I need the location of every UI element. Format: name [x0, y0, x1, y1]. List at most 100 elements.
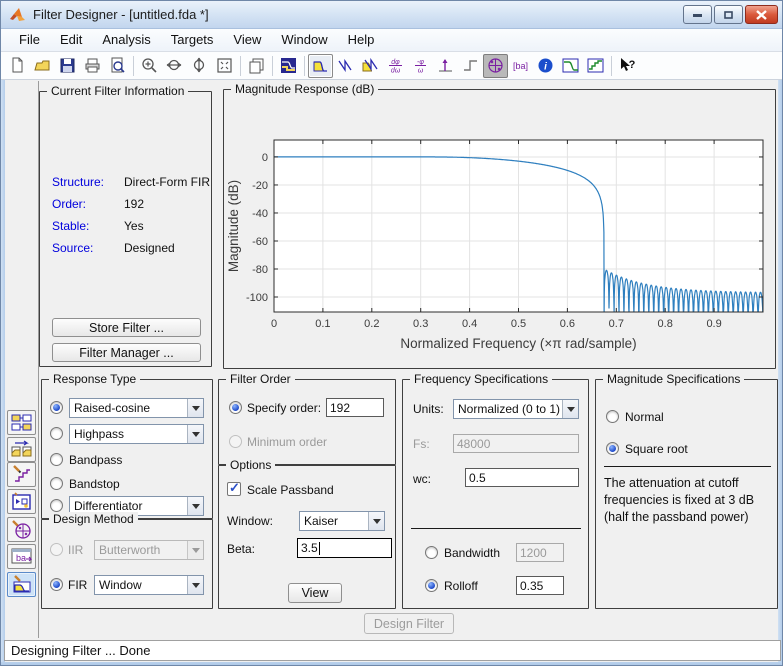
filter-information-button[interactable]: i [533, 54, 558, 78]
magnitude-specs-legend: Magnitude Specifications [603, 372, 745, 386]
transform-filter-button[interactable] [7, 437, 36, 462]
minimum-order-radio[interactable] [229, 435, 242, 448]
menu-file[interactable]: File [9, 29, 50, 51]
phase-delay-button[interactable]: -φ ω [408, 54, 433, 78]
window-combo[interactable]: Kaiser [299, 511, 385, 531]
bandpass-radio[interactable] [50, 453, 63, 466]
magnitude-response-button[interactable] [308, 53, 333, 78]
beta-label: Beta: [227, 542, 256, 556]
zoom-y-button[interactable] [187, 54, 212, 78]
import-filter-icon: ba [11, 548, 32, 564]
store-filter-button[interactable]: Store Filter ... [52, 318, 201, 337]
close-button[interactable] [745, 5, 778, 24]
filter-manager-button[interactable]: Filter Manager ... [52, 343, 201, 362]
units-combo[interactable]: Normalized (0 to 1) [453, 399, 579, 419]
chevron-down-icon[interactable] [187, 425, 203, 443]
raised-cosine-combo[interactable]: Raised-cosine [69, 398, 204, 418]
new-button[interactable] [5, 54, 30, 78]
magnitude-response-chart[interactable]: 0 0.1 0.2 0.3 0.4 0.5 0.6 0.7 0.8 0.9 0 -20 -40 -60 -8… [224, 90, 775, 368]
normal-label: Normal [625, 410, 664, 424]
filter-order-legend: Filter Order [226, 372, 295, 386]
realize-model-button[interactable] [7, 489, 36, 514]
menu-view[interactable]: View [223, 29, 271, 51]
create-multirate-filter-button[interactable] [7, 410, 36, 435]
source-value: Designed [124, 241, 175, 255]
set-quantization-parameters-button[interactable] [7, 462, 36, 487]
import-filter-button[interactable]: ba [7, 544, 36, 569]
svg-text:0.1: 0.1 [315, 318, 330, 330]
menu-edit[interactable]: Edit [50, 29, 92, 51]
set-quantization-parameters-icon [13, 465, 30, 482]
specify-order-radio[interactable] [229, 401, 242, 414]
step-response-button[interactable] [458, 54, 483, 78]
group-delay-icon: dφ dω [389, 59, 402, 74]
wc-input[interactable] [465, 468, 579, 487]
menu-help[interactable]: Help [338, 29, 385, 51]
rolloff-radio[interactable] [425, 579, 438, 592]
frequency-specs-legend: Frequency Specifications [410, 372, 553, 386]
context-help-button[interactable]: ? [615, 54, 640, 78]
design-filter-button[interactable]: Design Filter [364, 613, 454, 634]
rolloff-input[interactable] [516, 576, 564, 595]
open-button[interactable] [30, 54, 55, 78]
chevron-down-icon[interactable] [368, 512, 384, 530]
divider [411, 528, 581, 529]
highpass-radio[interactable] [50, 427, 63, 440]
beta-input[interactable]: 3.5 [297, 538, 392, 558]
raised-cosine-radio[interactable] [50, 401, 63, 414]
impulse-response-button[interactable] [433, 54, 458, 78]
full-view-button[interactable] [212, 54, 237, 78]
bandstop-radio[interactable] [50, 477, 63, 490]
titlebar[interactable]: Filter Designer - [untitled.fda *] [1, 1, 782, 29]
print-button[interactable] [80, 54, 105, 78]
chevron-down-icon[interactable] [187, 399, 203, 417]
chevron-down-icon[interactable] [187, 497, 203, 515]
divider [604, 466, 771, 467]
pole-zero-editor-button[interactable] [7, 517, 36, 542]
view-button[interactable]: View [288, 583, 342, 603]
design-filter-panel-button[interactable] [7, 572, 36, 597]
print-preview-button[interactable] [105, 54, 130, 78]
toolbar: dφ dω -φ ω [ba] i ? [1, 52, 782, 80]
filter-coefficients-icon: [ba] [513, 61, 528, 71]
iir-radio[interactable] [50, 543, 63, 556]
current-filter-info-panel: Current Filter Information Structure: Di… [39, 84, 212, 367]
magnitude-and-phase-button[interactable] [358, 54, 383, 78]
stairstep-response-button[interactable] [583, 54, 608, 78]
filter-specifications-button[interactable] [276, 54, 301, 78]
save-button[interactable] [55, 54, 80, 78]
square-root-radio[interactable] [606, 442, 619, 455]
save-icon [60, 58, 75, 73]
current-filter-info-legend: Current Filter Information [47, 84, 189, 98]
pole-zero-plot-button[interactable] [483, 53, 508, 78]
menu-window[interactable]: Window [271, 29, 337, 51]
filter-coefficients-button[interactable]: [ba] [508, 54, 533, 78]
pole-zero-plot-icon [488, 58, 503, 73]
group-delay-button[interactable]: dφ dω [383, 54, 408, 78]
design-method-legend: Design Method [49, 512, 138, 526]
menu-targets[interactable]: Targets [161, 29, 224, 51]
fir-method-combo[interactable]: Window [94, 575, 204, 595]
window-combo-value: Kaiser [304, 514, 339, 528]
menu-analysis[interactable]: Analysis [92, 29, 160, 51]
minimize-button[interactable] [683, 5, 712, 24]
differentiator-radio[interactable] [50, 499, 63, 512]
highpass-combo[interactable]: Highpass [69, 424, 204, 444]
normal-radio[interactable] [606, 410, 619, 423]
specify-order-input[interactable] [326, 398, 384, 417]
print-to-figure-button[interactable] [244, 54, 269, 78]
beta-value: 3.5 [301, 541, 318, 555]
chevron-down-icon[interactable] [562, 400, 578, 418]
magnitude-response-panel: Magnitude Response (dB) 0 0.1 0.2 0.3 0.4 0.5… [223, 82, 776, 369]
scale-passband-checkbox[interactable] [227, 480, 241, 496]
zoom-in-button[interactable] [137, 54, 162, 78]
bandwidth-radio[interactable] [425, 546, 438, 559]
zoom-x-button[interactable] [162, 54, 187, 78]
fir-radio[interactable] [50, 578, 63, 591]
bandpass-label: Bandpass [69, 453, 123, 467]
restore-button[interactable] [714, 5, 743, 24]
svg-text:0: 0 [262, 152, 268, 164]
phase-response-button[interactable] [333, 54, 358, 78]
magnitude-overlay-button[interactable] [558, 54, 583, 78]
chevron-down-icon[interactable] [187, 576, 203, 594]
